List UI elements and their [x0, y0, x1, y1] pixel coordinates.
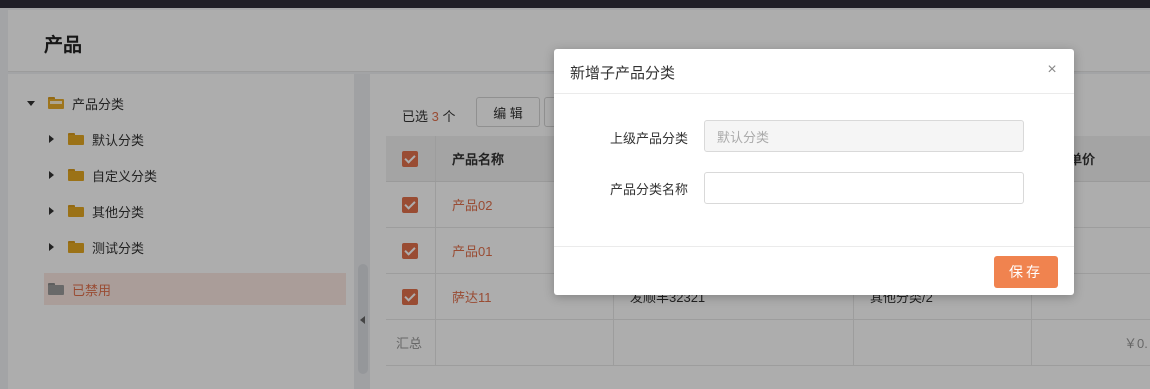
save-button[interactable]: 保存 [994, 256, 1058, 288]
parent-category-field[interactable] [704, 120, 1024, 152]
dialog-title: 新增子产品分类 [570, 65, 676, 82]
dialog-footer: 保存 [554, 246, 1074, 295]
parent-category-label: 上级产品分类 [609, 131, 688, 146]
dialog-header: 新增子产品分类 × [554, 49, 1074, 94]
category-name-label: 产品分类名称 [609, 182, 688, 197]
category-name-field[interactable] [704, 172, 1024, 204]
close-icon[interactable]: × [1044, 61, 1060, 79]
add-subcategory-dialog: 新增子产品分类 × 上级产品分类 产品分类名称 保存 [554, 49, 1074, 295]
